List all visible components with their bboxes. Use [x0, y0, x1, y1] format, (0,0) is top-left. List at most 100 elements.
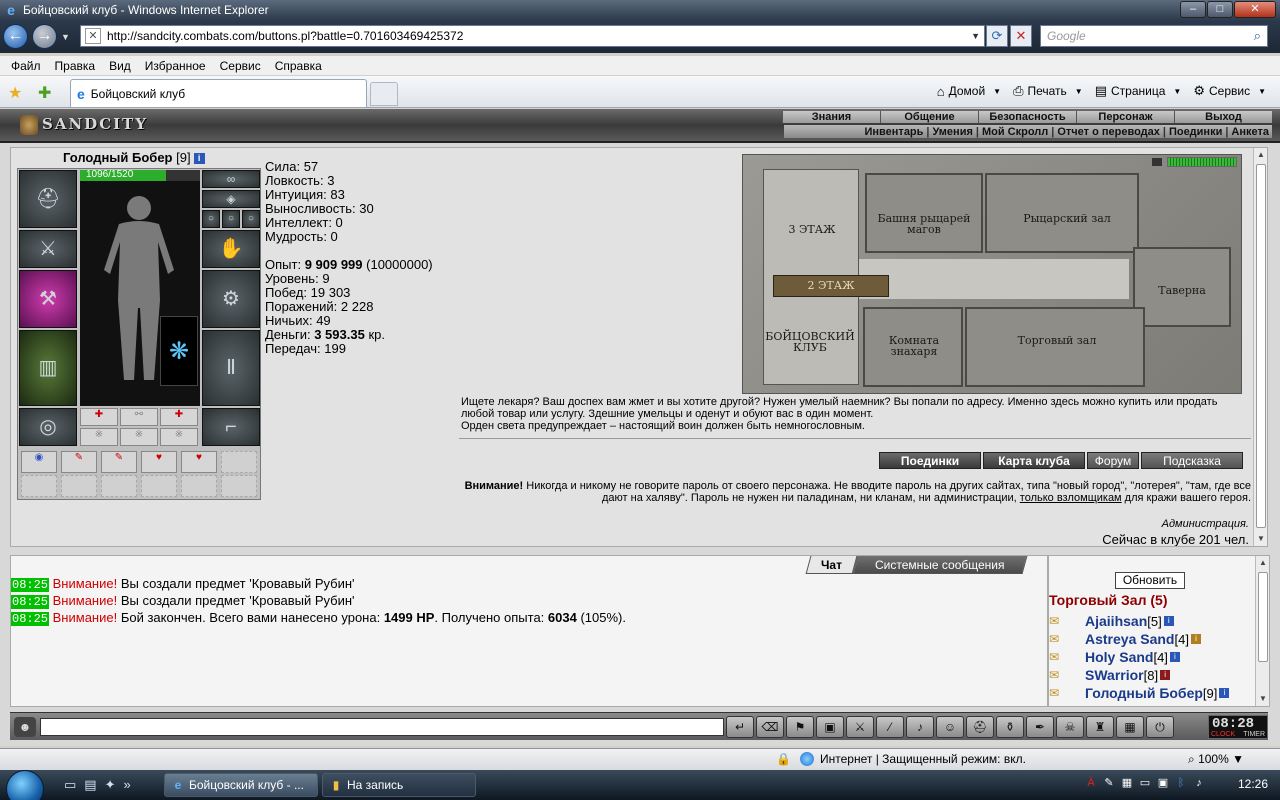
belt-slot[interactable]: ◎ — [19, 408, 77, 446]
refresh-button[interactable]: ⟳ — [986, 25, 1008, 47]
zoom-level[interactable]: ⌕ 100% ▼ — [1188, 752, 1244, 767]
add-favorite-icon[interactable]: ✚ — [38, 83, 51, 103]
forward-button[interactable]: → — [32, 24, 57, 49]
menu-exit[interactable]: Выход — [1174, 111, 1272, 123]
network-icon[interactable]: ▭ — [1138, 776, 1152, 790]
search-input[interactable]: Google ⌕ — [1040, 25, 1268, 47]
info-icon[interactable]: i — [193, 153, 205, 165]
map-floor-2[interactable]: 2 ЭТАЖ — [773, 275, 889, 297]
belt-item-5[interactable]: ♥ — [181, 451, 217, 473]
ring-slot-3[interactable]: ○ — [242, 210, 260, 228]
inventory-icon[interactable]: ▦ — [1116, 716, 1144, 738]
map-room-tavern[interactable]: Таверна — [1133, 247, 1231, 327]
menu-character[interactable]: Персонаж — [1076, 111, 1174, 123]
send-icon[interactable]: ↵ — [726, 716, 754, 738]
player-row[interactable]: ✉ SWarrior [8] i — [1049, 666, 1229, 684]
maximize-button[interactable]: □ — [1207, 1, 1233, 18]
tray-icon[interactable]: ▦ — [1120, 776, 1134, 790]
address-input[interactable]: ✕ http://sandcity.combats.com/buttons.pl… — [80, 25, 985, 47]
player-row[interactable]: ✉ Holy Sand [4] i — [1049, 648, 1229, 666]
minimize-button[interactable]: – — [1180, 1, 1206, 18]
belt-slot-empty[interactable] — [101, 475, 137, 497]
chat-input[interactable] — [40, 718, 724, 736]
eraser-icon[interactable]: ⌫ — [756, 716, 784, 738]
belt-item-4[interactable]: ♥ — [141, 451, 177, 473]
duels-button[interactable]: Поединки — [879, 452, 981, 469]
browser-tab[interactable]: e Бойцовский клуб — [70, 79, 367, 107]
menu-help[interactable]: Справка — [275, 59, 322, 73]
character-avatar[interactable]: 1096/1520 ❋ — [80, 169, 200, 406]
potion-slot-2[interactable]: ✚ — [160, 408, 198, 426]
filter-icon[interactable]: ⚑ — [786, 716, 814, 738]
belt-slot-empty[interactable] — [21, 475, 57, 497]
map-room-healer[interactable]: Комната знахаря — [863, 307, 963, 387]
pants-slot[interactable]: Ⅱ — [202, 330, 260, 406]
stop-button[interactable]: ✕ — [1010, 25, 1032, 47]
mask-icon[interactable]: ☠ — [1056, 716, 1084, 738]
print-button[interactable]: ⎙ Печать ▼ — [1013, 83, 1083, 99]
taskbar-clock[interactable]: 12:26 — [1238, 777, 1268, 791]
belt-item-2[interactable]: ✎ — [61, 451, 97, 473]
search-icon[interactable]: ⌕ — [1254, 28, 1261, 44]
bottle-icon[interactable]: ⚱ — [996, 716, 1024, 738]
menu-file[interactable]: Файл — [11, 59, 41, 73]
taskbar-folder-button[interactable]: ▮ На запись — [322, 773, 476, 797]
taskbar-ie-button[interactable]: e Бойцовский клуб - ... — [164, 773, 318, 797]
menu-edit[interactable]: Правка — [55, 59, 96, 73]
main-scrollbar[interactable]: ▲ ▼ — [1253, 148, 1267, 546]
submenu-profile[interactable]: Анкета — [1228, 126, 1272, 138]
submenu-transfer-report[interactable]: Отчет о переводах — [1054, 126, 1163, 138]
menu-knowledge[interactable]: Знания — [782, 111, 880, 123]
tools-button[interactable]: ⚙ Сервис ▼ — [1193, 83, 1266, 99]
potion-slot-1[interactable]: ✚ — [80, 408, 118, 426]
hint-button[interactable]: Подсказка — [1141, 452, 1243, 469]
map-room-trade[interactable]: Торговый зал — [965, 307, 1145, 387]
warning-link[interactable]: только взломщикам — [1020, 492, 1122, 504]
favorites-star-icon[interactable]: ★ — [8, 83, 22, 103]
rune-slot-2[interactable]: ※ — [120, 428, 158, 446]
tray-icon[interactable]: ▣ — [1156, 776, 1170, 790]
menu-security[interactable]: Безопасность — [978, 111, 1076, 123]
empty-small-slot[interactable]: ⚯ — [120, 408, 158, 426]
gloves-slot[interactable]: ✋ — [202, 230, 260, 268]
belt-slot-empty[interactable] — [61, 475, 97, 497]
submenu-inventory[interactable]: Инвентарь — [862, 126, 927, 138]
belt-item-3[interactable]: ✎ — [101, 451, 137, 473]
close-button[interactable]: ✕ — [1234, 1, 1276, 18]
bag-icon[interactable]: ♜ — [1086, 716, 1114, 738]
armor-slot[interactable]: ▥ — [19, 330, 77, 406]
menu-communication[interactable]: Общение — [880, 111, 978, 123]
fight-icon[interactable]: ⚔ — [846, 716, 874, 738]
player-row[interactable]: ✉ Голодный Бобер [9] i — [1049, 684, 1230, 702]
smiley-icon[interactable]: ☺ — [936, 716, 964, 738]
player-row[interactable]: ✉ Astreya Sand [4] i — [1049, 630, 1229, 648]
submenu-my-scroll[interactable]: Мой Скролл — [979, 126, 1051, 138]
rune-slot-1[interactable]: ※ — [80, 428, 118, 446]
map-club-label[interactable]: БОЙЦОВСКИЙ КЛУБ — [765, 331, 855, 353]
club-map-button[interactable]: Карта клуба — [983, 452, 1085, 469]
room-scrollbar[interactable]: ▲ ▼ — [1255, 556, 1269, 706]
submenu-skills[interactable]: Умения — [930, 126, 976, 138]
security-zone[interactable]: Интернет | Защищенный режим: вкл. — [800, 752, 1026, 766]
belt-slot-empty[interactable] — [181, 475, 217, 497]
ring-slot-1[interactable]: ○ — [202, 210, 220, 228]
antivirus-icon[interactable]: Ä — [1084, 776, 1098, 790]
quill-icon[interactable]: ✒ — [1026, 716, 1054, 738]
refresh-room-button[interactable]: Обновить — [1115, 572, 1185, 589]
sound-icon[interactable]: ♪ — [906, 716, 934, 738]
rune-slot-3[interactable]: ※ — [160, 428, 198, 446]
menu-tools[interactable]: Сервис — [220, 59, 261, 73]
chat-avatar-icon[interactable]: ☻ — [14, 717, 36, 737]
history-dropdown-icon[interactable]: ▼ — [61, 32, 70, 42]
start-button[interactable] — [6, 770, 44, 800]
exit-icon[interactable]: ⏻ — [1146, 716, 1174, 738]
submenu-duels[interactable]: Поединки — [1166, 126, 1225, 138]
tab-system-messages[interactable]: Системные сообщения — [852, 556, 1028, 574]
bluetooth-icon[interactable]: ᛒ — [1174, 776, 1188, 790]
tray-icon[interactable]: ✎ — [1102, 776, 1116, 790]
pet-slot[interactable]: ❋ — [160, 316, 198, 386]
player-row[interactable]: ✉ Ajaiihsan [5] i — [1049, 612, 1229, 630]
back-button[interactable]: ← — [3, 24, 28, 49]
belt-slot-empty[interactable] — [141, 475, 177, 497]
slash-icon[interactable]: ⁄ — [876, 716, 904, 738]
